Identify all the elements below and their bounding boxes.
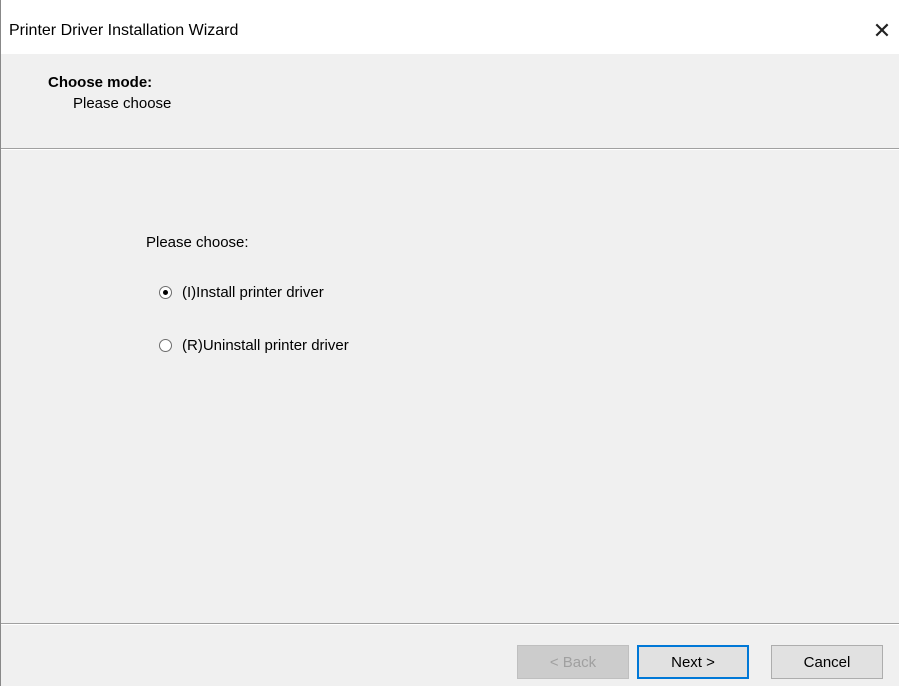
back-button[interactable]: < Back: [517, 645, 629, 679]
cancel-button[interactable]: Cancel: [771, 645, 883, 679]
window-title: Printer Driver Installation Wizard: [9, 22, 239, 39]
header-title: Choose mode:: [48, 74, 153, 91]
header-subtitle: Please choose: [73, 95, 172, 112]
next-button[interactable]: Next >: [637, 645, 749, 679]
title-bar: Printer Driver Installation Wizard ✕: [1, 0, 899, 54]
choose-prompt: Please choose:: [146, 234, 249, 251]
radio-selected-dot: [163, 290, 168, 295]
header-divider: [1, 148, 899, 150]
close-icon: ✕: [872, 18, 892, 43]
install-option-label[interactable]: (I)Install printer driver: [182, 284, 324, 301]
radio-icon[interactable]: [159, 339, 172, 352]
wizard-window: Printer Driver Installation Wizard ✕ Cho…: [0, 0, 899, 686]
footer-divider: [1, 623, 899, 625]
uninstall-option-label[interactable]: (R)Uninstall printer driver: [182, 337, 349, 354]
install-option[interactable]: (I)Install printer driver: [159, 284, 324, 301]
wizard-header: Choose mode: Please choose: [1, 54, 899, 148]
uninstall-option[interactable]: (R)Uninstall printer driver: [159, 337, 349, 354]
close-button[interactable]: ✕: [865, 14, 899, 48]
radio-icon[interactable]: [159, 286, 172, 299]
